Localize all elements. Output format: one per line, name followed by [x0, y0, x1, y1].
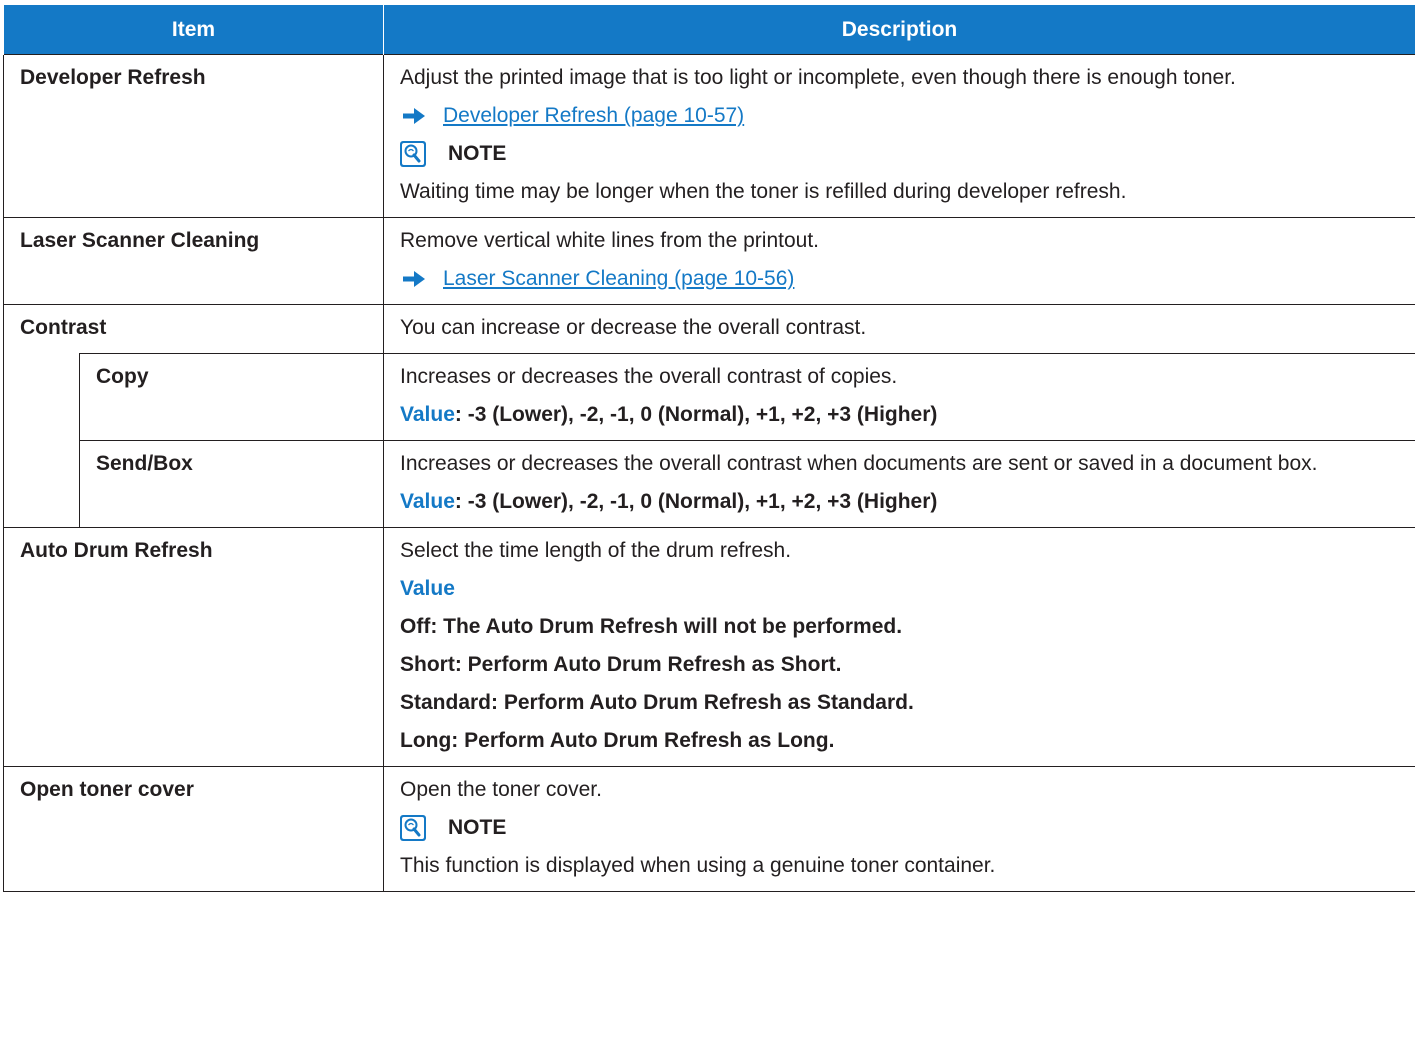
table-row: Copy Increases or decreases the overall … [3, 353, 1415, 441]
description-laser-scanner-cleaning: Remove vertical white lines from the pri… [383, 217, 1415, 305]
item-copy: Copy [79, 353, 384, 441]
description-text: Select the time length of the drum refre… [400, 539, 792, 562]
description-open-toner-cover: Open the toner cover. NOTE This function… [383, 766, 1415, 892]
table-row: Open toner cover Open the toner cover. N… [3, 766, 1415, 892]
value-line: Value: -3 (Lower), -2, -1, 0 (Normal), +… [400, 489, 1401, 515]
developer-refresh-link[interactable]: Developer Refresh (page 10-57) [443, 103, 744, 129]
note-heading: NOTE [400, 141, 1401, 167]
arrow-right-icon [403, 271, 425, 287]
value-line: Value: -3 (Lower), -2, -1, 0 (Normal), +… [400, 402, 1401, 428]
note-text: Waiting time may be longer when the tone… [400, 180, 1127, 203]
value-option-off: Off: The Auto Drum Refresh will not be p… [400, 615, 903, 638]
description-text: Open the toner cover. [400, 778, 602, 801]
table-header-row: Item Description [3, 5, 1415, 55]
item-send-box: Send/Box [79, 440, 384, 528]
item-developer-refresh: Developer Refresh [3, 54, 384, 218]
description-auto-drum-refresh: Select the time length of the drum refre… [383, 527, 1415, 767]
description-copy: Increases or decreases the overall contr… [383, 353, 1415, 441]
description-send-box: Increases or decreases the overall contr… [383, 440, 1415, 528]
value-label: Value [400, 577, 455, 600]
item-auto-drum-refresh: Auto Drum Refresh [3, 527, 384, 767]
description-contrast: You can increase or decrease the overall… [383, 304, 1415, 354]
table-row: Contrast You can increase or decrease th… [3, 304, 1415, 354]
item-contrast: Contrast [3, 304, 384, 354]
description-text: Adjust the printed image that is too lig… [400, 66, 1236, 89]
arrow-right-icon [403, 108, 425, 124]
description-developer-refresh: Adjust the printed image that is too lig… [383, 54, 1415, 218]
value-text: : -3 (Lower), -2, -1, 0 (Normal), +1, +2… [454, 490, 938, 513]
header-description: Description [383, 5, 1415, 55]
note-lightbulb-icon [400, 815, 426, 841]
value-label: Value [400, 403, 455, 426]
table-row: Auto Drum Refresh Select the time length… [3, 527, 1415, 767]
description-text: Remove vertical white lines from the pri… [400, 229, 820, 252]
note-lightbulb-icon [400, 141, 426, 167]
note-label: NOTE [448, 142, 507, 165]
value-label: Value [400, 490, 455, 513]
description-text: Increases or decreases the overall contr… [400, 452, 1318, 475]
indent-cell [3, 440, 80, 528]
value-text: : -3 (Lower), -2, -1, 0 (Normal), +1, +2… [454, 403, 938, 426]
item-open-toner-cover: Open toner cover [3, 766, 384, 892]
table-row: Developer Refresh Adjust the printed ima… [3, 54, 1415, 218]
item-laser-scanner-cleaning: Laser Scanner Cleaning [3, 217, 384, 305]
reference-line: Laser Scanner Cleaning (page 10-56) [400, 266, 1401, 292]
description-text: You can increase or decrease the overall… [400, 316, 867, 339]
table-row: Laser Scanner Cleaning Remove vertical w… [3, 217, 1415, 305]
table-row: Send/Box Increases or decreases the over… [3, 440, 1415, 528]
value-option-short: Short: Perform Auto Drum Refresh as Shor… [400, 653, 842, 676]
laser-scanner-cleaning-link[interactable]: Laser Scanner Cleaning (page 10-56) [443, 266, 794, 292]
indent-cell [3, 353, 80, 441]
value-option-standard: Standard: Perform Auto Drum Refresh as S… [400, 691, 914, 714]
settings-table: Item Description Developer Refresh Adjus… [3, 5, 1415, 892]
settings-table-wrapper: Item Description Developer Refresh Adjus… [3, 5, 1415, 892]
header-item: Item [3, 5, 384, 55]
note-label: NOTE [448, 816, 507, 839]
note-text: This function is displayed when using a … [400, 854, 996, 877]
value-option-long: Long: Perform Auto Drum Refresh as Long. [400, 729, 835, 752]
note-heading: NOTE [400, 815, 1401, 841]
reference-line: Developer Refresh (page 10-57) [400, 103, 1401, 129]
description-text: Increases or decreases the overall contr… [400, 365, 898, 388]
